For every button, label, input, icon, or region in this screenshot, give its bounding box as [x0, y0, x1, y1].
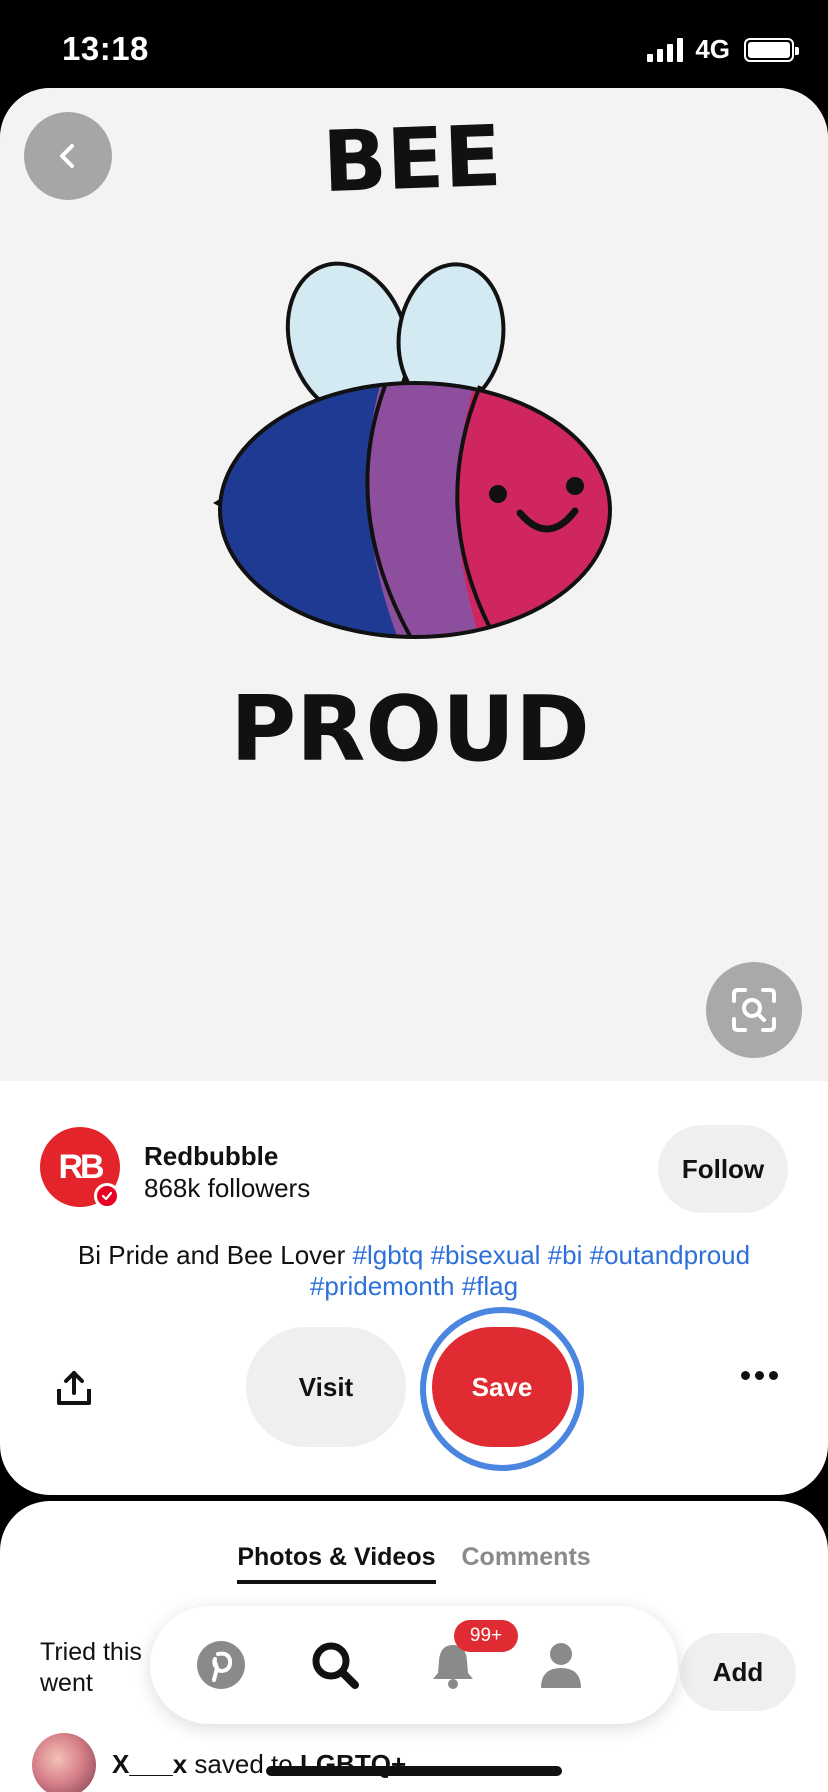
- profile-icon: [541, 1643, 581, 1688]
- tried-prompt: Tried this went: [40, 1637, 142, 1699]
- tried-prompt-line1: Tried this: [40, 1638, 142, 1666]
- pin-image[interactable]: BEE PROUD: [0, 88, 828, 1081]
- visit-button[interactable]: Visit: [246, 1327, 406, 1447]
- search-icon: [312, 1642, 359, 1689]
- comments-tabs: Photos & Videos Comments: [0, 1543, 828, 1584]
- hashtag-link[interactable]: #pridemonth: [310, 1271, 455, 1301]
- battery-icon: [744, 37, 799, 62]
- creator-row: RB Redbubble 868k followers Follow: [40, 1125, 788, 1213]
- home-indicator[interactable]: [266, 1766, 562, 1776]
- saved-activity-row: X___x saved to LGBTQ+: [32, 1733, 796, 1792]
- description-text: Bi Pride and Bee Lover: [77, 1240, 353, 1270]
- status-indicators: 4G: [647, 34, 799, 65]
- user-avatar[interactable]: [32, 1733, 96, 1792]
- creator-name[interactable]: Redbubble: [144, 1141, 278, 1172]
- image-text-top: BEE: [321, 107, 503, 211]
- share-icon: [57, 1371, 91, 1405]
- hashtag-link[interactable]: #lgbtq: [353, 1240, 424, 1270]
- nav-home[interactable]: [186, 1630, 256, 1700]
- status-bar: 13:18 4G: [0, 0, 828, 88]
- pin-description: Bi Pride and Bee Lover #lgbtq #bisexual …: [40, 1240, 788, 1302]
- hashtag-link[interactable]: #bisexual: [431, 1240, 541, 1270]
- pin-actions: Visit Save: [0, 1307, 828, 1471]
- nav-profile[interactable]: [526, 1630, 596, 1700]
- add-photo-button[interactable]: Add: [680, 1633, 796, 1711]
- hashtag-link[interactable]: #bi: [548, 1240, 583, 1270]
- ellipsis-icon: [741, 1371, 750, 1380]
- bee-proud-illustration: BEE PROUD: [213, 107, 612, 782]
- creator-followers: 868k followers: [144, 1173, 311, 1203]
- network-label: 4G: [695, 34, 730, 64]
- avatar-logo-text: RB: [58, 1147, 104, 1186]
- tab-photos-videos[interactable]: Photos & Videos: [237, 1543, 436, 1584]
- share-button[interactable]: [44, 1359, 104, 1419]
- bottom-nav: 99+: [150, 1606, 678, 1724]
- tab-comments[interactable]: Comments: [462, 1543, 591, 1584]
- follow-button[interactable]: Follow: [658, 1125, 788, 1213]
- nav-search[interactable]: [300, 1630, 370, 1700]
- back-button[interactable]: [24, 112, 112, 200]
- tried-prompt-line2: went: [40, 1669, 93, 1697]
- saved-user-name[interactable]: X___x: [112, 1749, 187, 1779]
- more-options-button[interactable]: [741, 1371, 778, 1380]
- visual-search-button[interactable]: [706, 962, 802, 1058]
- image-text-bottom: PROUD: [230, 677, 590, 782]
- verified-icon: [94, 1183, 120, 1209]
- status-time: 13:18: [62, 30, 149, 67]
- chevron-left-icon: [60, 144, 74, 168]
- notification-badge: 99+: [454, 1620, 518, 1652]
- signal-icon: [647, 37, 684, 62]
- pin-card: BEE PROUD RB Redbubble 868k followers Fo…: [0, 88, 828, 1495]
- save-button[interactable]: Save: [432, 1327, 572, 1447]
- pinterest-home-icon: [197, 1641, 245, 1689]
- hashtag-link[interactable]: #outandproud: [590, 1240, 750, 1270]
- hashtag-link[interactable]: #flag: [462, 1271, 518, 1301]
- lens-icon: [732, 988, 776, 1032]
